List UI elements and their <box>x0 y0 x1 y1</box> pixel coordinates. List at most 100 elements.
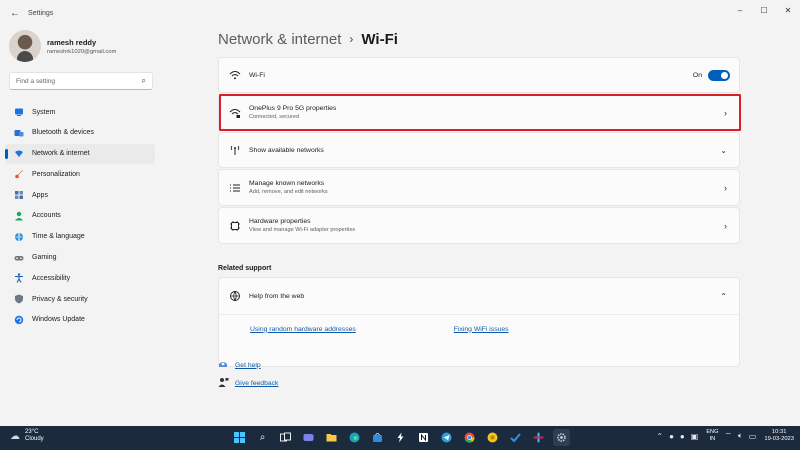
maximize-button[interactable]: ☐ <box>752 0 776 20</box>
system-icon <box>14 107 24 117</box>
bluetooth-icon <box>14 128 24 138</box>
hardware-properties-card[interactable]: Hardware properties View and manage Wi-F… <box>218 207 740 244</box>
lang-line2: IN <box>709 436 716 442</box>
sidebar-item-label: Privacy & security <box>32 295 88 303</box>
sidebar-item-label: Personalization <box>32 170 80 178</box>
avatar[interactable] <box>9 30 41 62</box>
close-button[interactable]: ✕ <box>776 0 800 20</box>
cloud-icon: ☁ <box>10 430 20 442</box>
chrome-icon[interactable] <box>461 429 478 446</box>
meet-icon[interactable] <box>300 429 317 446</box>
breadcrumb: Network & internet › Wi-Fi <box>218 26 740 52</box>
help-from-web-label: Help from the web <box>249 292 305 300</box>
help-from-web-header[interactable]: Help from the web ⌃ <box>219 278 739 315</box>
weather-widget[interactable]: ☁ 23°C Cloudy <box>10 429 44 443</box>
tray-app3-icon[interactable]: ▣ <box>691 432 699 441</box>
manage-known-networks-desc: Add, remove, and edit networks <box>249 189 328 195</box>
todo-icon[interactable] <box>507 429 524 446</box>
sidebar-item-privacy[interactable]: Privacy & security <box>5 289 155 309</box>
highlight-annotation <box>219 94 741 131</box>
language-indicator[interactable]: ENG IN <box>706 429 718 443</box>
update-icon <box>14 315 24 325</box>
settings-app-icon[interactable] <box>553 429 570 446</box>
lightning-icon[interactable] <box>392 429 409 446</box>
sidebar-item-accounts[interactable]: Accounts <box>5 206 155 226</box>
give-feedback-link[interactable]: Give feedback <box>235 380 278 387</box>
give-feedback-row[interactable]: Give feedback <box>218 374 278 392</box>
notion-icon[interactable] <box>415 429 432 446</box>
search-icon[interactable]: ⌕ <box>254 429 271 446</box>
title-bar: ← Settings – ☐ ✕ <box>0 0 800 26</box>
get-help-link[interactable]: Get help <box>235 362 261 369</box>
sidebar-item-label: Accessibility <box>32 274 71 282</box>
help-section: Get help Give feedback <box>218 356 278 392</box>
show-available-networks-label: Show available networks <box>249 146 324 154</box>
app-yellow-icon[interactable] <box>484 429 501 446</box>
search-icon[interactable]: ⌕ <box>142 76 146 86</box>
task-view-icon[interactable] <box>277 429 294 446</box>
brush-icon <box>14 169 24 179</box>
tray-app2-icon[interactable]: ● <box>680 432 685 441</box>
chevron-up-icon[interactable]: ⌃ <box>656 432 663 441</box>
related-support-heading: Related support <box>218 265 272 272</box>
wifi-toggle-card: Wi-Fi On <box>218 57 740 93</box>
apps-icon <box>14 190 24 200</box>
sidebar-item-label: Time & language <box>32 233 85 241</box>
accounts-icon <box>14 211 24 221</box>
wifi-icon <box>229 69 241 81</box>
battery-icon[interactable]: ▭ <box>749 432 757 441</box>
sidebar-item-system[interactable]: System <box>5 102 155 122</box>
sidebar-item-time-language[interactable]: Time & language <box>5 227 155 247</box>
get-help-row[interactable]: Get help <box>218 356 278 374</box>
gamepad-icon <box>14 253 24 263</box>
profile-email: rameshrk1020@gmail.com <box>47 48 117 55</box>
search-box[interactable]: ⌕ <box>9 72 153 90</box>
system-tray: ⌃ ● ● ▣ ENG IN ⌔ 🔈︎ ▭ 10:31 19-03-2023 <box>650 429 794 443</box>
list-icon <box>229 182 241 194</box>
sidebar-item-personalization[interactable]: Personalization <box>5 164 155 184</box>
shield-icon <box>14 294 24 304</box>
antenna-icon <box>229 144 241 156</box>
sidebar-item-apps[interactable]: Apps <box>5 185 155 205</box>
sidebar-item-label: Gaming <box>32 254 57 262</box>
slack-icon[interactable] <box>530 429 547 446</box>
sidebar-item-accessibility[interactable]: Accessibility <box>5 268 155 288</box>
wifi-tray-icon[interactable]: ⌔ <box>724 431 732 441</box>
sidebar-nav: System Bluetooth & devices Network & int… <box>5 102 155 331</box>
file-explorer-icon[interactable] <box>323 429 340 446</box>
sidebar-item-gaming[interactable]: Gaming <box>5 248 155 268</box>
show-available-networks-card[interactable]: Show available networks ⌄ <box>218 132 740 168</box>
page-title: Wi-Fi <box>361 30 398 48</box>
start-icon[interactable] <box>231 429 248 446</box>
sidebar-item-network[interactable]: Network & internet <box>5 143 155 164</box>
sidebar-item-label: Bluetooth & devices <box>32 129 94 137</box>
wifi-toggle[interactable] <box>708 69 730 81</box>
search-input[interactable] <box>16 77 142 85</box>
sidebar-item-label: Network & internet <box>32 150 90 158</box>
volume-icon[interactable]: 🔈︎ <box>738 431 743 441</box>
manage-known-networks-card[interactable]: Manage known networks Add, remove, and e… <box>218 169 740 206</box>
window-controls: – ☐ ✕ <box>728 0 800 22</box>
minimize-button[interactable]: – <box>728 0 752 20</box>
wifi-toggle-label: On <box>692 71 702 79</box>
back-arrow-icon[interactable]: ← <box>4 2 26 24</box>
clock-time: 10:31 <box>771 429 787 435</box>
globe-icon <box>14 232 24 242</box>
edge-icon[interactable] <box>346 429 363 446</box>
clock[interactable]: 10:31 19-03-2023 <box>764 429 794 443</box>
user-profile[interactable]: ramesh reddy rameshrk1020@gmail.com <box>9 30 116 62</box>
link-fixing-wifi-issues[interactable]: Fixing WiFi issues <box>454 326 509 333</box>
sidebar-item-label: Windows Update <box>32 316 85 324</box>
sidebar-item-bluetooth[interactable]: Bluetooth & devices <box>5 123 155 143</box>
manage-known-networks-label: Manage known networks <box>249 180 325 187</box>
sidebar-item-windows-update[interactable]: Windows Update <box>5 310 155 330</box>
telegram-icon[interactable] <box>438 429 455 446</box>
chevron-up-icon: ⌃ <box>720 291 727 301</box>
tray-app-icon[interactable]: ● <box>669 432 674 441</box>
wifi-toggle-wrap: On <box>692 69 730 81</box>
link-random-hardware-addresses[interactable]: Using random hardware addresses <box>250 326 356 333</box>
main-content: Network & internet › Wi-Fi Wi-Fi On OneP… <box>218 26 741 387</box>
store-icon[interactable] <box>369 429 386 446</box>
support-links: Using random hardware addresses Fixing W… <box>219 315 739 343</box>
breadcrumb-parent[interactable]: Network & internet <box>218 31 341 48</box>
